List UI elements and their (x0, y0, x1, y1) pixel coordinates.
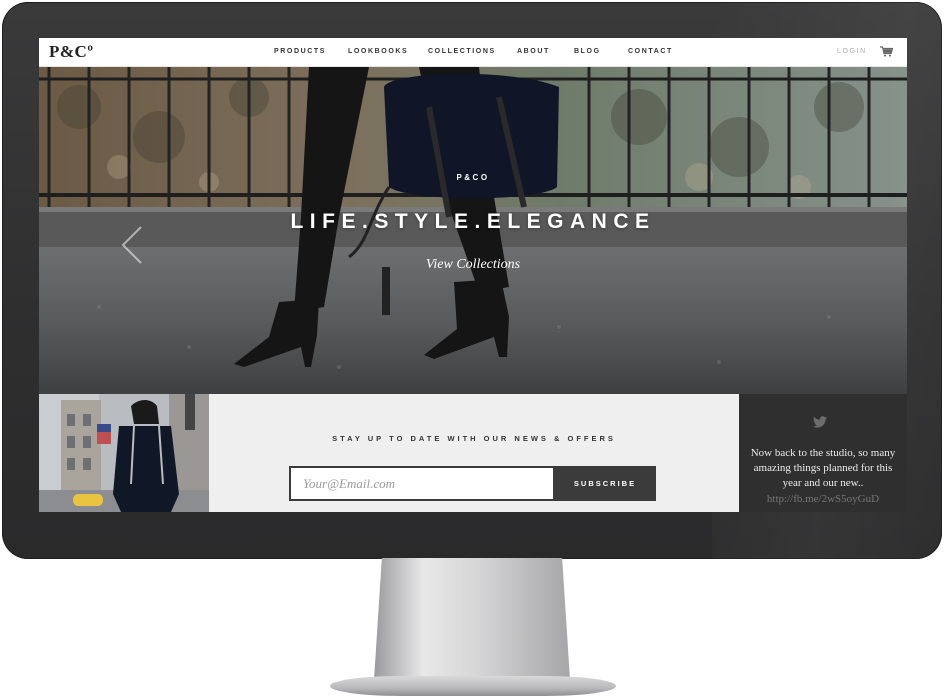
monitor-stand (374, 558, 570, 680)
view-collections-link[interactable]: View Collections (39, 257, 907, 273)
newsletter-section: STAY UP TO DATE WITH OUR NEWS & OFFERS S… (209, 394, 739, 512)
nav-link-products[interactable]: PRODUCTS (274, 48, 348, 55)
login-link[interactable]: LOGIN (837, 48, 867, 55)
email-field[interactable] (289, 466, 555, 501)
hero-title: LIFE.STYLE.ELEGANCE (290, 210, 656, 233)
website-screen: P&Cº PRODUCTS LOOKBOOKS COLLECTIONS ABOU… (39, 38, 907, 512)
cart-icon[interactable] (880, 46, 893, 57)
site-logo[interactable]: P&Cº (49, 42, 93, 62)
nav-link-about[interactable]: ABOUT (517, 48, 574, 55)
subscribe-button[interactable]: SUBSCRIBE (554, 466, 656, 501)
lookbook-photo (39, 394, 209, 512)
tweet-text: Now back to the studio, so many amazing … (750, 447, 896, 489)
newsletter-heading: STAY UP TO DATE WITH OUR NEWS & OFFERS (332, 434, 616, 443)
tweet-link[interactable]: http://fb.me/2wS5oyGuD (747, 493, 899, 505)
nav-links: PRODUCTS LOOKBOOKS COLLECTIONS ABOUT BLO… (274, 48, 688, 55)
twitter-icon[interactable] (813, 416, 827, 428)
twitter-feed: Now back to the studio, so many amazing … (739, 394, 907, 512)
hero-brand: P&CO (456, 173, 490, 182)
lookbook-thumbnail[interactable] (39, 394, 209, 512)
nav-link-lookbooks[interactable]: LOOKBOOKS (348, 48, 428, 55)
bottom-strip: STAY UP TO DATE WITH OUR NEWS & OFFERS S… (39, 394, 907, 512)
nav-link-blog[interactable]: BLOG (574, 48, 628, 55)
top-nav: P&Cº PRODUCTS LOOKBOOKS COLLECTIONS ABOU… (39, 38, 907, 67)
nav-link-collections[interactable]: COLLECTIONS (428, 48, 517, 55)
hero-banner: P&CO LIFE.STYLE.ELEGANCE View Collection… (39, 67, 907, 394)
nav-link-contact[interactable]: CONTACT (628, 48, 688, 55)
monitor-stand-base (330, 676, 616, 696)
